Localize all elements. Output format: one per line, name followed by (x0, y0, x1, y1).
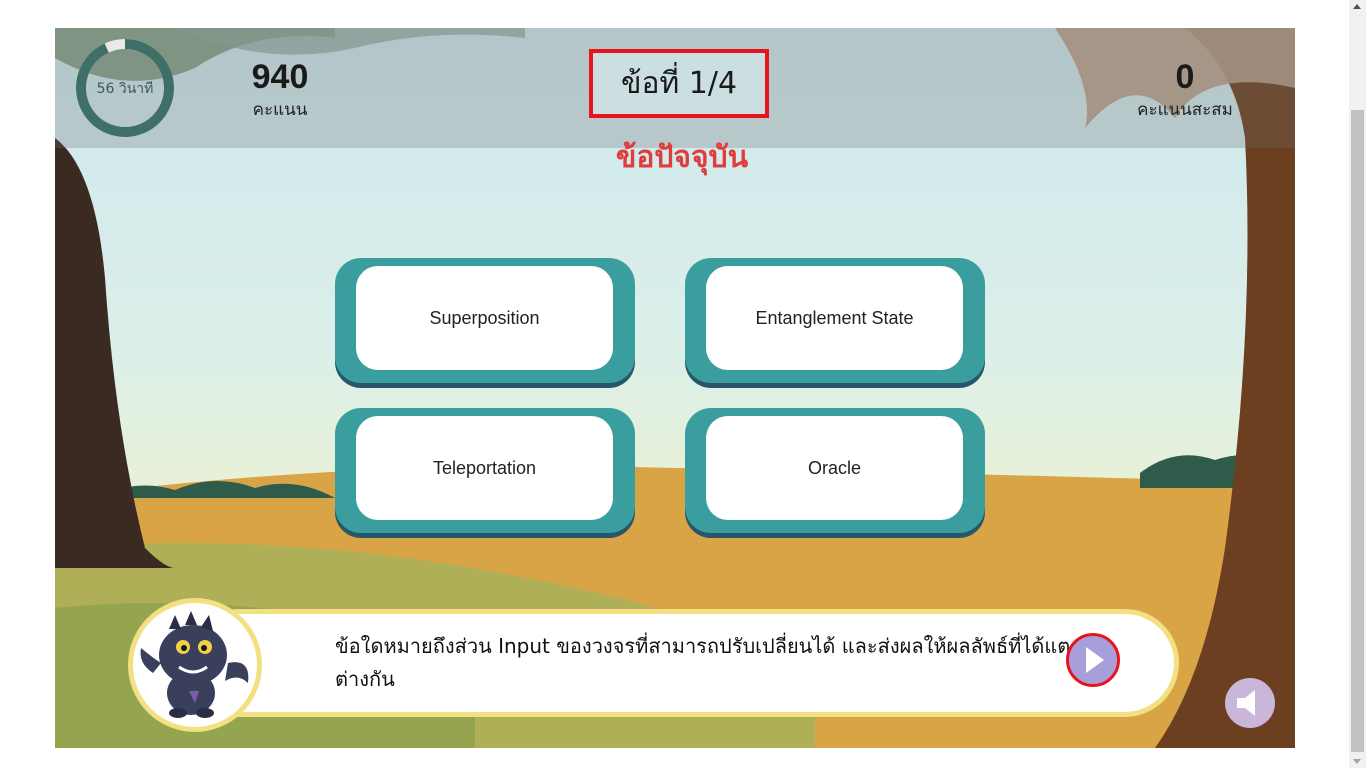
choice-label-1: Superposition (356, 266, 613, 370)
choice-button-2[interactable]: Entanglement State (685, 258, 985, 383)
total-score-label: คะแนนสะสม (1137, 100, 1233, 120)
choice-button-4[interactable]: Oracle (685, 408, 985, 533)
choice-button-3[interactable]: Teleportation (335, 408, 635, 533)
score-label: คะแนน (252, 100, 308, 120)
question-text: ข้อใดหมายถึงส่วน Input ของวงจรที่สามารถป… (335, 634, 1083, 691)
choice-label-2: Entanglement State (706, 266, 963, 370)
play-audio-button[interactable] (1066, 633, 1120, 687)
choice-button-1[interactable]: Superposition (335, 258, 635, 383)
countdown-timer: 56 วินาที (75, 38, 175, 138)
choice-label-3: Teleportation (356, 416, 613, 520)
play-icon (1086, 647, 1104, 673)
scroll-up-arrow-icon[interactable] (1353, 4, 1361, 9)
question-number: ข้อที่ 1/4 (589, 49, 769, 118)
dragon-mascot-avatar (128, 598, 262, 732)
question-type-label: ข้อปัจจุบัน (615, 140, 749, 175)
speaker-icon (1237, 690, 1255, 716)
total-score-value: 0 (1175, 58, 1195, 96)
scroll-down-arrow-icon[interactable] (1353, 759, 1361, 764)
game-stage: 56 วินาที 940 คะแนน ข้อที่ 1/4 ข้อปัจจุบ… (55, 28, 1295, 748)
page-scrollbar[interactable] (1349, 0, 1366, 768)
question-bar: ข้อใดหมายถึงส่วน Input ของวงจรที่สามารถป… (185, 609, 1179, 717)
score-value: 940 (251, 58, 309, 96)
scrollbar-thumb[interactable] (1351, 110, 1364, 752)
dragon-mascot-icon (140, 611, 249, 718)
timer-text: 56 วินาที (96, 81, 154, 97)
sound-toggle-button[interactable] (1225, 678, 1275, 728)
choice-label-4: Oracle (706, 416, 963, 520)
